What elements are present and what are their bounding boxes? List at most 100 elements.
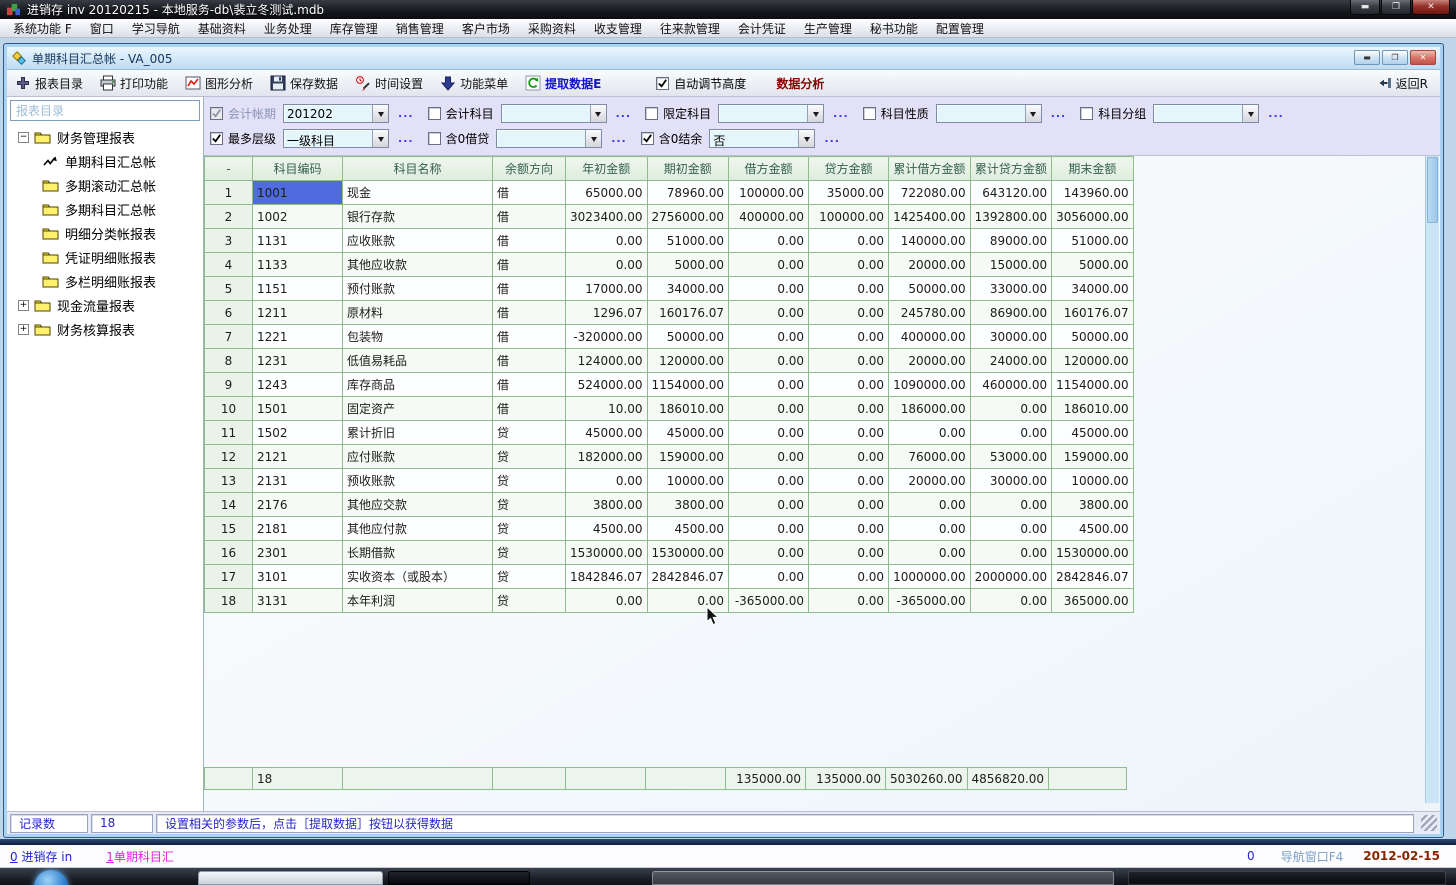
include-zero-balance-select[interactable]: 否 [709, 129, 815, 148]
chevron-down-icon[interactable] [372, 105, 388, 122]
row-number[interactable]: 1 [205, 181, 253, 205]
period-initial-amount[interactable]: 186010.00 [647, 397, 729, 421]
debit-amount[interactable]: 400000.00 [729, 205, 809, 229]
year-initial-amount[interactable]: 124000.00 [566, 349, 648, 373]
credit-amount[interactable]: 0.00 [809, 517, 889, 541]
period-initial-amount[interactable]: 5000.00 [647, 253, 729, 277]
chevron-down-icon[interactable] [807, 105, 823, 122]
period-initial-amount[interactable]: 10000.00 [647, 469, 729, 493]
credit-amount[interactable]: 0.00 [809, 229, 889, 253]
accum-debit-amount[interactable]: 1000000.00 [889, 565, 971, 589]
period-initial-amount[interactable]: 45000.00 [647, 421, 729, 445]
balance-direction[interactable]: 借 [493, 277, 566, 301]
accum-credit-amount[interactable]: 30000.00 [970, 469, 1052, 493]
taskbar-button[interactable] [652, 871, 1114, 885]
subject-code[interactable]: 2121 [253, 445, 343, 469]
period-initial-amount[interactable]: 2842846.07 [647, 565, 729, 589]
menu-item[interactable]: 业务处理 [255, 20, 321, 37]
subject-code[interactable]: 1221 [253, 325, 343, 349]
table-row[interactable]: 81231低值易耗品借124000.00120000.000.000.00200… [205, 349, 1134, 373]
credit-amount[interactable]: 0.00 [809, 493, 889, 517]
chevron-down-icon[interactable] [1242, 105, 1258, 122]
subject-group-checkbox[interactable] [1080, 107, 1093, 120]
row-number[interactable]: 6 [205, 301, 253, 325]
refresh-button[interactable]: 提取数据E [525, 75, 601, 92]
accum-credit-amount[interactable]: 24000.00 [970, 349, 1052, 373]
accum-credit-amount[interactable]: 0.00 [970, 493, 1052, 517]
balance-direction[interactable]: 贷 [493, 517, 566, 541]
subject-code[interactable]: 2181 [253, 517, 343, 541]
plus-button[interactable]: 报表目录 [15, 75, 83, 92]
row-number[interactable]: 14 [205, 493, 253, 517]
accum-credit-amount[interactable]: 643120.00 [970, 181, 1052, 205]
subject-name[interactable]: 预付账款 [343, 277, 493, 301]
accum-debit-amount[interactable]: 0.00 [889, 421, 971, 445]
row-number[interactable]: 16 [205, 541, 253, 565]
restore-button[interactable]: ❐ [1381, 0, 1411, 15]
period-initial-amount[interactable]: 160176.07 [647, 301, 729, 325]
ending-amount[interactable]: 50000.00 [1052, 325, 1134, 349]
ending-amount[interactable]: 365000.00 [1052, 589, 1134, 613]
column-header-row-number[interactable]: - [205, 157, 253, 181]
debit-amount[interactable]: 0.00 [729, 277, 809, 301]
debit-amount[interactable]: 0.00 [729, 325, 809, 349]
start-button[interactable] [34, 870, 68, 885]
accum-credit-amount[interactable]: 0.00 [970, 397, 1052, 421]
credit-amount[interactable]: 100000.00 [809, 205, 889, 229]
accum-credit-amount[interactable]: 53000.00 [970, 445, 1052, 469]
subject-name[interactable]: 库存商品 [343, 373, 493, 397]
debit-amount[interactable]: 0.00 [729, 541, 809, 565]
credit-amount[interactable]: 0.00 [809, 373, 889, 397]
year-initial-amount[interactable]: 1530000.00 [566, 541, 648, 565]
return-button[interactable]: 返回R [1377, 75, 1428, 92]
collapse-icon[interactable]: − [18, 132, 29, 143]
row-number[interactable]: 10 [205, 397, 253, 421]
child-close-button[interactable]: ✕ [1410, 50, 1436, 65]
subject-name[interactable]: 预收账款 [343, 469, 493, 493]
menu-item[interactable]: 库存管理 [321, 20, 387, 37]
subject-code[interactable]: 1211 [253, 301, 343, 325]
row-number[interactable]: 11 [205, 421, 253, 445]
credit-amount[interactable]: 0.00 [809, 253, 889, 277]
balance-direction[interactable]: 贷 [493, 421, 566, 445]
table-row[interactable]: 111502累计折旧贷45000.0045000.000.000.000.000… [205, 421, 1134, 445]
close-button[interactable]: ✕ [1412, 0, 1450, 15]
balance-direction[interactable]: 贷 [493, 445, 566, 469]
minimize-button[interactable]: ▬ [1350, 0, 1380, 15]
balance-direction[interactable]: 贷 [493, 541, 566, 565]
accum-credit-amount[interactable]: 89000.00 [970, 229, 1052, 253]
balance-direction[interactable]: 借 [493, 181, 566, 205]
accum-debit-amount[interactable]: 0.00 [889, 493, 971, 517]
balance-direction[interactable]: 贷 [493, 493, 566, 517]
accounting-subject-more-link[interactable]: ... [616, 107, 632, 120]
credit-amount[interactable]: 0.00 [809, 277, 889, 301]
debit-amount[interactable]: 0.00 [729, 349, 809, 373]
accum-credit-amount[interactable]: 0.00 [970, 517, 1052, 541]
credit-amount[interactable]: 0.00 [809, 445, 889, 469]
year-initial-amount[interactable]: -320000.00 [566, 325, 648, 349]
period-initial-amount[interactable]: 2756000.00 [647, 205, 729, 229]
accounting-subject-select[interactable] [501, 104, 607, 123]
ending-amount[interactable]: 51000.00 [1052, 229, 1134, 253]
subject-nature-more-link[interactable]: ... [1051, 107, 1067, 120]
debit-amount[interactable]: 0.00 [729, 397, 809, 421]
table-row[interactable]: 41133其他应收款借0.005000.000.000.0020000.0015… [205, 253, 1134, 277]
credit-amount[interactable]: 0.00 [809, 469, 889, 493]
row-number[interactable]: 9 [205, 373, 253, 397]
menu-item[interactable]: 窗口 [81, 20, 123, 37]
column-header-accum-credit-amount[interactable]: 累计贷方金额 [970, 157, 1052, 181]
subject-code[interactable]: 3131 [253, 589, 343, 613]
balance-direction[interactable]: 借 [493, 253, 566, 277]
ending-amount[interactable]: 3056000.00 [1052, 205, 1134, 229]
tree-item-multi-column-detail-ledger[interactable]: 多栏明细账报表 [10, 269, 200, 293]
child-minimize-button[interactable]: ▬ [1354, 50, 1380, 65]
table-row[interactable]: 152181其他应付款贷4500.004500.000.000.000.000.… [205, 517, 1134, 541]
subject-name[interactable]: 原材料 [343, 301, 493, 325]
table-row[interactable]: 11001现金借65000.0078960.00100000.0035000.0… [205, 181, 1134, 205]
balance-direction[interactable]: 贷 [493, 589, 566, 613]
accum-credit-amount[interactable]: 33000.00 [970, 277, 1052, 301]
column-header-period-initial-amount[interactable]: 期初金额 [647, 157, 729, 181]
menu-item[interactable]: 生产管理 [795, 20, 861, 37]
max-level-more-link[interactable]: ... [398, 132, 414, 145]
down-arrow-button[interactable]: 功能菜单 [440, 75, 508, 92]
